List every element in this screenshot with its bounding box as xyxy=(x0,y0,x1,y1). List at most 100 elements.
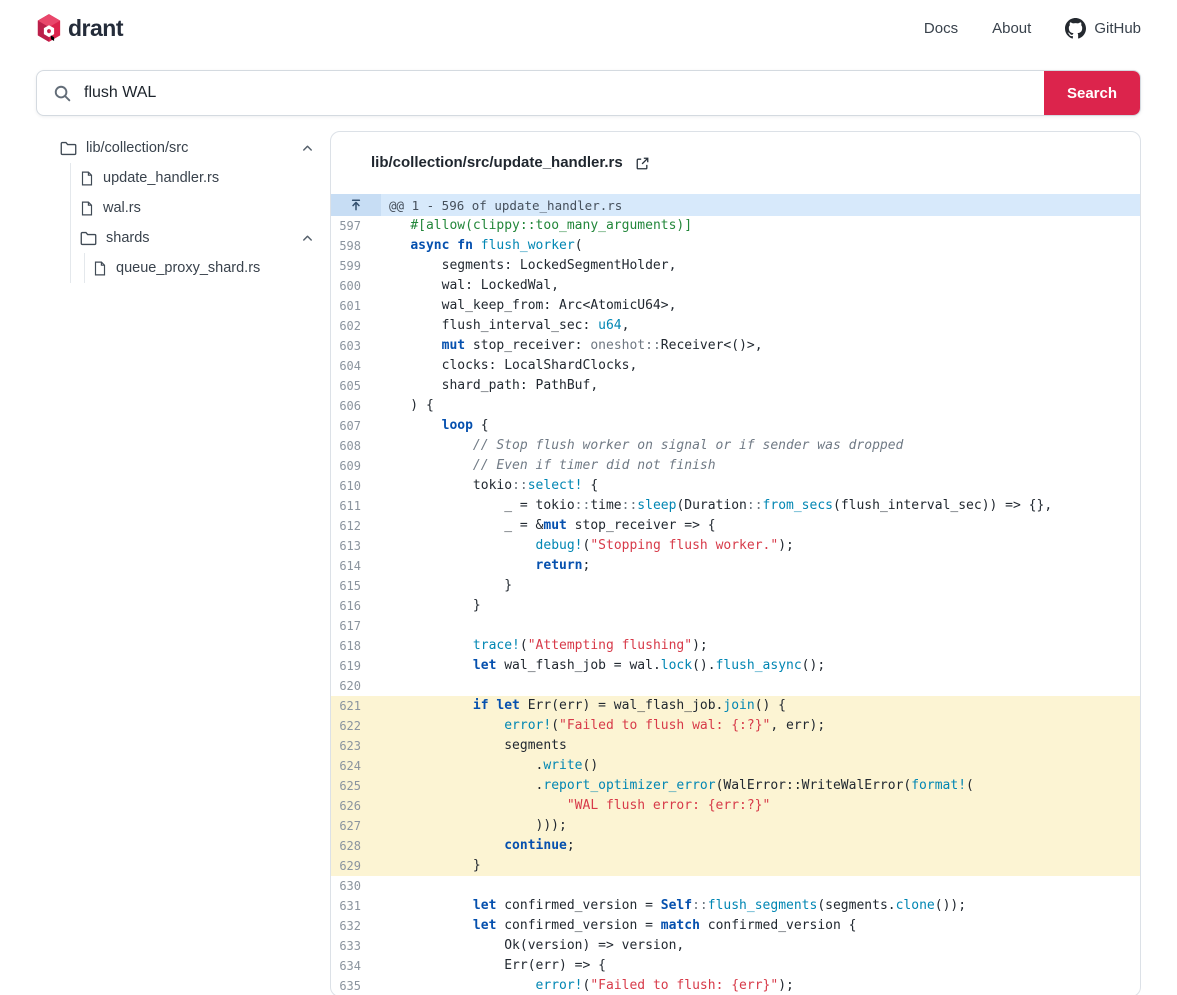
code-text: _ = tokio::time::sleep(Duration::from_se… xyxy=(371,496,1052,516)
code-text: let confirmed_version = Self::flush_segm… xyxy=(371,896,966,916)
sidebar-item-label: wal.rs xyxy=(103,200,141,216)
expand-up-icon xyxy=(331,194,381,216)
code-text xyxy=(371,876,379,896)
nav-about[interactable]: About xyxy=(992,20,1031,37)
nav-docs[interactable]: Docs xyxy=(924,20,958,37)
content: lib/collection/src update_handler.rs wal… xyxy=(0,131,1177,995)
sidebar-file-wal[interactable]: wal.rs xyxy=(71,193,330,223)
code-text xyxy=(371,616,379,636)
file-icon xyxy=(93,261,107,276)
sidebar-folder-lib-collection-src[interactable]: lib/collection/src xyxy=(36,133,330,163)
line-number: 624 xyxy=(331,756,371,776)
code-area: @@ 1 - 596 of update_handler.rs 597 #[al… xyxy=(331,194,1140,995)
code-text: ) { xyxy=(371,396,434,416)
code-text: tokio::select! { xyxy=(371,476,598,496)
code-text: } xyxy=(371,576,512,596)
external-link-icon[interactable] xyxy=(635,156,650,171)
code-text: wal_keep_from: Arc<AtomicU64>, xyxy=(371,296,676,316)
code-text: clocks: LocalShardClocks, xyxy=(371,356,637,376)
code-line: 608 // Stop flush worker on signal or if… xyxy=(331,436,1140,456)
line-number: 621 xyxy=(331,696,371,716)
code-line: 625 .report_optimizer_error(WalError::Wr… xyxy=(331,776,1140,796)
line-number: 612 xyxy=(331,516,371,536)
sidebar-item-label: shards xyxy=(106,230,150,246)
code-text: error!("Failed to flush: {err}"); xyxy=(371,976,794,995)
file-tree: lib/collection/src update_handler.rs wal… xyxy=(36,131,330,283)
qdrant-logo-wordmark: drant xyxy=(68,15,123,42)
search-input[interactable] xyxy=(72,84,1044,102)
qdrant-logo[interactable]: drant xyxy=(36,13,123,43)
line-number: 603 xyxy=(331,336,371,356)
code-text: shard_path: PathBuf, xyxy=(371,376,598,396)
code-text xyxy=(371,676,379,696)
code-line: 615 } xyxy=(331,576,1140,596)
line-number: 623 xyxy=(331,736,371,756)
sidebar-item-label: update_handler.rs xyxy=(103,170,219,186)
line-number: 597 xyxy=(331,216,371,236)
code-text: async fn flush_worker( xyxy=(371,236,583,256)
code-line: 611 _ = tokio::time::sleep(Duration::fro… xyxy=(331,496,1140,516)
sidebar-file-update-handler[interactable]: update_handler.rs xyxy=(71,163,330,193)
code-line: 631 let confirmed_version = Self::flush_… xyxy=(331,896,1140,916)
tree-children: queue_proxy_shard.rs xyxy=(84,253,330,283)
code-line: 602 flush_interval_sec: u64, xyxy=(331,316,1140,336)
code-lines: 597 #[allow(clippy::too_many_arguments)]… xyxy=(331,216,1140,995)
sidebar-item-label: lib/collection/src xyxy=(86,140,188,156)
code-text: } xyxy=(371,596,481,616)
line-number: 614 xyxy=(331,556,371,576)
code-line: 626 "WAL flush error: {err:?}" xyxy=(331,796,1140,816)
line-number: 606 xyxy=(331,396,371,416)
code-line: 600 wal: LockedWal, xyxy=(331,276,1140,296)
code-text: Err(err) => { xyxy=(371,956,606,976)
line-number: 604 xyxy=(331,356,371,376)
sidebar-folder-shards[interactable]: shards xyxy=(71,223,330,253)
folder-icon xyxy=(80,231,97,246)
code-text: error!("Failed to flush wal: {:?}", err)… xyxy=(371,716,825,736)
chevron-up-icon[interactable] xyxy=(301,142,314,155)
code-line: 627 ))); xyxy=(331,816,1140,836)
line-number: 625 xyxy=(331,776,371,796)
code-line: 633 Ok(version) => version, xyxy=(331,936,1140,956)
code-line: 620 xyxy=(331,676,1140,696)
line-number: 600 xyxy=(331,276,371,296)
nav-github[interactable]: GitHub xyxy=(1065,18,1141,39)
line-number: 622 xyxy=(331,716,371,736)
line-number: 607 xyxy=(331,416,371,436)
code-line: 621 if let Err(err) = wal_flash_job.join… xyxy=(331,696,1140,716)
line-number: 632 xyxy=(331,916,371,936)
main-nav: Docs About GitHub xyxy=(924,18,1141,39)
line-number: 611 xyxy=(331,496,371,516)
line-number: 610 xyxy=(331,476,371,496)
code-line: 634 Err(err) => { xyxy=(331,956,1140,976)
chevron-up-icon[interactable] xyxy=(301,232,314,245)
code-text: loop { xyxy=(371,416,489,436)
viewer-header: lib/collection/src/update_handler.rs xyxy=(331,132,1140,194)
code-line: 614 return; xyxy=(331,556,1140,576)
code-text: // Stop flush worker on signal or if sen… xyxy=(371,436,903,456)
line-number: 633 xyxy=(331,936,371,956)
code-text: return; xyxy=(371,556,590,576)
code-line: 599 segments: LockedSegmentHolder, xyxy=(331,256,1140,276)
line-number: 608 xyxy=(331,436,371,456)
sidebar-file-queue-proxy-shard[interactable]: queue_proxy_shard.rs xyxy=(85,253,330,283)
file-icon xyxy=(80,201,94,216)
code-text: "WAL flush error: {err:?}" xyxy=(371,796,770,816)
search-button[interactable]: Search xyxy=(1044,71,1140,115)
search-bar: Search xyxy=(36,70,1141,116)
code-line: 612 _ = &mut stop_receiver => { xyxy=(331,516,1140,536)
code-text: wal: LockedWal, xyxy=(371,276,559,296)
code-text: #[allow(clippy::too_many_arguments)] xyxy=(371,216,692,236)
code-text: flush_interval_sec: u64, xyxy=(371,316,629,336)
line-number: 613 xyxy=(331,536,371,556)
code-line: 598 async fn flush_worker( xyxy=(331,236,1140,256)
line-number: 620 xyxy=(331,676,371,696)
code-line: 619 let wal_flash_job = wal.lock().flush… xyxy=(331,656,1140,676)
code-line: 609 // Even if timer did not finish xyxy=(331,456,1140,476)
expand-lines-button[interactable]: @@ 1 - 596 of update_handler.rs xyxy=(331,194,1140,216)
code-line: 618 trace!("Attempting flushing"); xyxy=(331,636,1140,656)
line-number: 601 xyxy=(331,296,371,316)
code-line: 617 xyxy=(331,616,1140,636)
code-line: 628 continue; xyxy=(331,836,1140,856)
line-number: 617 xyxy=(331,616,371,636)
code-line: 607 loop { xyxy=(331,416,1140,436)
